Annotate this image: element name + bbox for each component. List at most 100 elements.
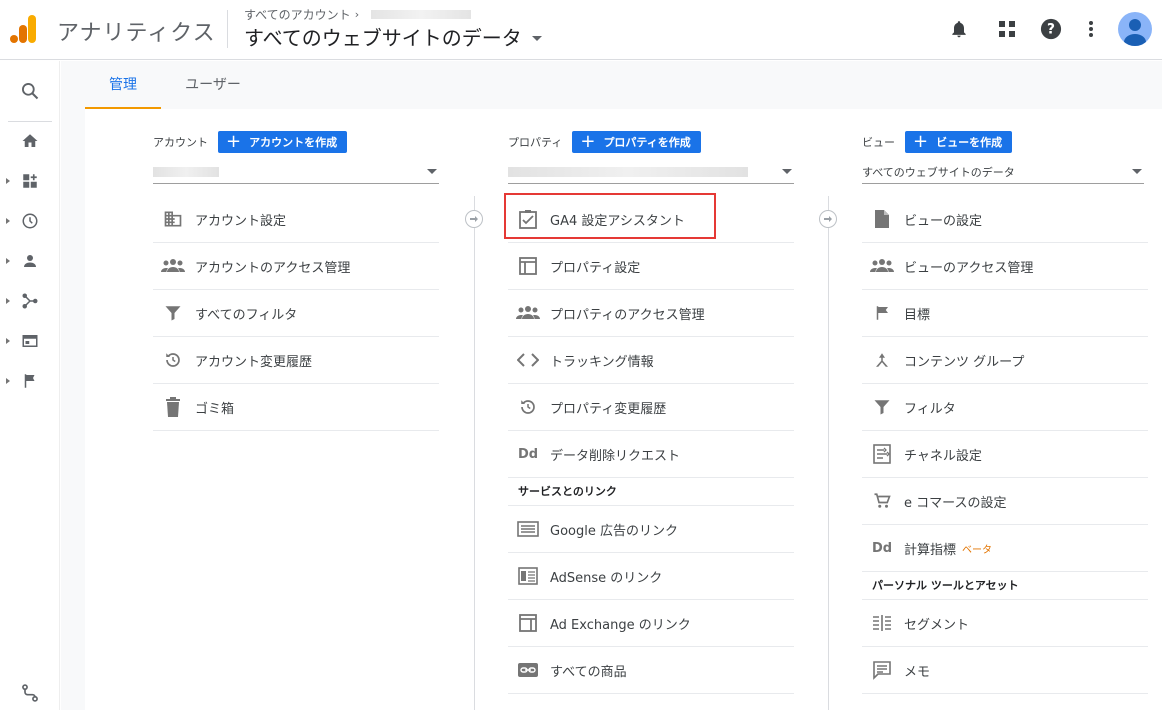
adsense-icon <box>508 553 548 600</box>
people-icon <box>508 290 548 337</box>
account-settings-item[interactable]: アカウント設定 <box>153 196 439 243</box>
behavior-icon[interactable] <box>0 321 60 361</box>
filter-icon <box>862 384 902 431</box>
conversions-flag-icon[interactable] <box>0 361 60 401</box>
all-products-label: すべての商品 <box>550 664 627 680</box>
plus-icon: + <box>226 131 242 152</box>
calculated-metrics-label: 計算指標 <box>904 542 957 558</box>
calculated-metrics-item[interactable]: Dd 計算指標 ベータ <box>862 525 1148 572</box>
channel-settings-item[interactable]: チャネル設定 <box>862 431 1148 478</box>
tab-users[interactable]: ユーザー <box>173 61 253 109</box>
building-icon <box>153 196 193 243</box>
redacted-account-name <box>371 10 472 19</box>
property-menu: GA4 設定アシスタント プロパティ設定 プロパティのアクセス管理 トラッキング… <box>508 196 794 694</box>
view-filters-item[interactable]: フィルタ <box>862 384 1148 431</box>
expand-arrow-icon <box>6 378 10 384</box>
create-account-button[interactable]: + アカウントを作成 <box>218 131 348 153</box>
view-selector[interactable]: すべてのウェブサイトのデータ <box>244 22 542 51</box>
create-property-button[interactable]: + プロパティを作成 <box>572 131 701 153</box>
tab-admin[interactable]: 管理 <box>85 61 161 109</box>
content-grouping-item[interactable]: コンテンツ グループ <box>862 337 1148 384</box>
adexchange-icon <box>508 600 548 647</box>
content-group-icon <box>862 337 902 384</box>
account-access-item[interactable]: アカウントのアクセス管理 <box>153 243 439 290</box>
goals-label: 目標 <box>904 307 931 323</box>
links-section-heading: サービスとのリンク <box>508 478 794 506</box>
app-title: アナリティクス <box>57 21 216 46</box>
attribution-icon[interactable] <box>0 673 60 713</box>
ecommerce-settings-item[interactable]: e コマースの設定 <box>862 478 1148 525</box>
expand-arrow-icon <box>6 338 10 344</box>
redacted-account <box>153 167 219 177</box>
account-label: アカウント <box>153 136 208 149</box>
property-settings-item[interactable]: プロパティ設定 <box>508 243 794 290</box>
all-products-item[interactable]: すべての商品 <box>508 647 794 694</box>
ad-exchange-link-item[interactable]: Ad Exchange のリンク <box>508 600 794 647</box>
dropdown-caret-icon <box>782 169 792 174</box>
channel-settings-label: チャネル設定 <box>904 448 982 464</box>
apps-grid-icon[interactable] <box>995 17 1019 41</box>
view-settings-label: ビューの設定 <box>904 213 983 229</box>
bell-icon[interactable] <box>947 17 971 41</box>
google-ads-link-item[interactable]: Google 広告のリンク <box>508 506 794 553</box>
account-selector[interactable] <box>153 161 439 184</box>
data-deletion-item[interactable]: Dd データ削除リクエスト <box>508 431 794 478</box>
flag-icon <box>862 290 902 337</box>
property-selector[interactable] <box>508 161 794 184</box>
expand-arrow-icon <box>6 298 10 304</box>
acquisition-icon[interactable] <box>0 281 60 321</box>
history-icon <box>153 337 193 384</box>
tracking-info-label: トラッキング情報 <box>550 354 654 370</box>
tracking-info-item[interactable]: トラッキング情報 <box>508 337 794 384</box>
column-divider <box>474 196 475 710</box>
view-column-header: ビュー + ビューを作成 <box>862 131 1013 153</box>
view-menu: ビューの設定 ビューのアクセス管理 目標 コンテンツ グループ フィルタ チャネ… <box>862 196 1148 694</box>
trash-item[interactable]: ゴミ箱 <box>153 384 439 431</box>
view-dropdown-value: すべてのウェブサイトのデータ <box>862 166 1015 179</box>
breadcrumb[interactable]: すべてのアカウント › <box>244 6 472 23</box>
segments-item[interactable]: セグメント <box>862 600 1148 647</box>
property-settings-label: プロパティ設定 <box>550 260 641 276</box>
channel-icon <box>862 431 902 478</box>
expand-arrow-icon <box>6 258 10 264</box>
view-settings-item[interactable]: ビューの設定 <box>862 196 1148 243</box>
audience-person-icon[interactable] <box>0 241 60 281</box>
goals-item[interactable]: 目標 <box>862 290 1148 337</box>
more-vert-icon[interactable] <box>1079 17 1103 41</box>
content-grouping-label: コンテンツ グループ <box>904 354 1025 370</box>
dropdown-caret-icon <box>531 36 542 41</box>
current-view-title: すべてのウェブサイトのデータ <box>244 26 522 50</box>
view-dropdown[interactable]: すべてのウェブサイトのデータ <box>862 161 1144 184</box>
personal-tools-section-heading: パーソナル ツールとアセット <box>862 572 1148 600</box>
account-history-item[interactable]: アカウント変更履歴 <box>153 337 439 384</box>
help-icon[interactable]: ? <box>1039 17 1063 41</box>
admin-panel: アカウント + アカウントを作成 アカウント設定 アカウントのアクセス管理 すべ… <box>85 109 1162 710</box>
create-view-button[interactable]: + ビューを作成 <box>905 131 1013 153</box>
account-avatar[interactable] <box>1118 12 1152 46</box>
customization-icon[interactable] <box>0 161 60 201</box>
create-account-label: アカウントを作成 <box>249 136 338 149</box>
all-filters-item[interactable]: すべてのフィルタ <box>153 290 439 337</box>
realtime-clock-icon[interactable] <box>0 201 60 241</box>
property-access-item[interactable]: プロパティのアクセス管理 <box>508 290 794 337</box>
home-icon[interactable] <box>0 121 60 161</box>
link-icon <box>508 647 548 694</box>
annotations-item[interactable]: メモ <box>862 647 1148 694</box>
note-icon <box>862 647 902 694</box>
search-icon[interactable] <box>0 71 60 111</box>
admin-main: 管理 ユーザー アカウント + アカウントを作成 アカウント設定 アカウントのア… <box>61 61 1162 710</box>
history-icon <box>508 384 548 431</box>
chevron-right-icon: › <box>354 8 360 21</box>
adsense-link-item[interactable]: AdSense のリンク <box>508 553 794 600</box>
view-access-item[interactable]: ビューのアクセス管理 <box>862 243 1148 290</box>
data-deletion-label: データ削除リクエスト <box>550 448 681 464</box>
property-history-label: プロパティ変更履歴 <box>550 401 667 417</box>
property-history-item[interactable]: プロパティ変更履歴 <box>508 384 794 431</box>
code-icon <box>508 337 548 384</box>
admin-tabs: 管理 ユーザー <box>61 61 1162 109</box>
breadcrumb-accounts[interactable]: すべてのアカウント <box>244 6 351 23</box>
plus-icon: + <box>913 131 929 152</box>
analytics-logo[interactable] <box>10 14 38 44</box>
account-settings-label: アカウント設定 <box>195 213 287 229</box>
trash-icon <box>153 384 193 431</box>
